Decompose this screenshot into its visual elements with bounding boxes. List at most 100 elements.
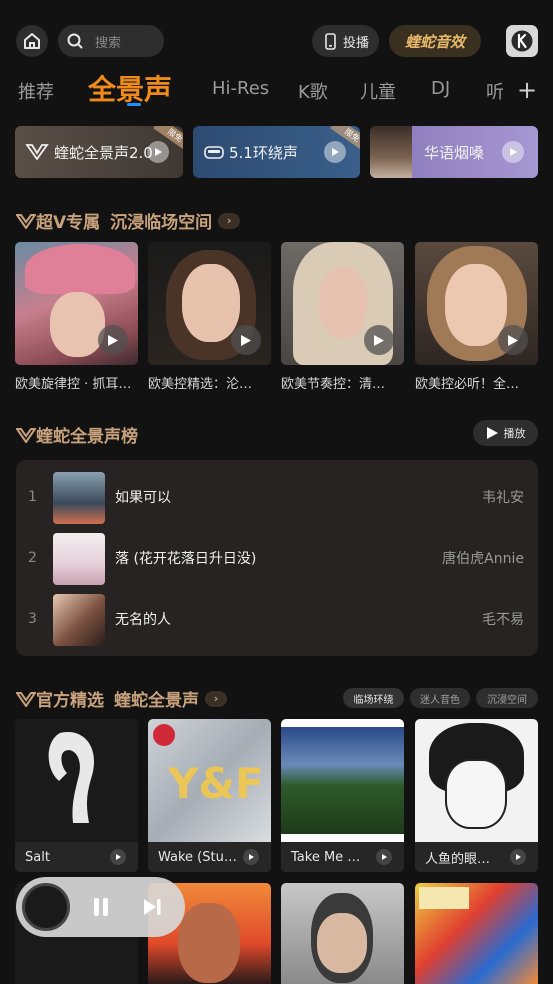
play-icon[interactable] bbox=[110, 849, 126, 865]
section-title: 蝰蛇全景声榜 bbox=[36, 427, 138, 447]
album-cover bbox=[281, 719, 404, 842]
chart-row[interactable]: 3 无名的人 毛不易 bbox=[16, 594, 538, 646]
tag-live-surround[interactable]: 临场环绕 bbox=[343, 688, 404, 708]
play-icon[interactable] bbox=[364, 325, 394, 355]
song-artist: 韦礼安 bbox=[482, 490, 524, 506]
album-card[interactable]: Y&F Wake (Stu… bbox=[148, 719, 271, 872]
v-logo-icon bbox=[25, 144, 49, 161]
tab-hires[interactable]: Hi-Res bbox=[212, 78, 269, 99]
album-cover bbox=[15, 719, 138, 842]
chevron-right-icon: › bbox=[218, 212, 241, 229]
add-tab-icon[interactable]: + bbox=[517, 76, 537, 104]
chart-row[interactable]: 2 落 (花开花落日升日没) 唐伯虎Annie bbox=[16, 533, 538, 585]
song-artist: 毛不易 bbox=[482, 612, 524, 628]
tab-listen[interactable]: 听 bbox=[486, 78, 503, 104]
album-label-bar: Wake (Stu… bbox=[148, 842, 271, 872]
v-logo-icon bbox=[16, 427, 36, 443]
section-title: 官方精选 bbox=[36, 691, 104, 711]
play-icon[interactable] bbox=[502, 141, 524, 163]
k-song-button[interactable] bbox=[506, 25, 538, 57]
tab-recommend[interactable]: 推荐 bbox=[18, 78, 54, 104]
playlist-card[interactable]: 欧美旋律控 · 抓耳… bbox=[15, 242, 138, 392]
play-icon bbox=[486, 427, 498, 439]
album-label-bar: Salt bbox=[15, 842, 138, 872]
playlist-caption: 欧美旋律控 · 抓耳… bbox=[15, 377, 132, 392]
play-icon[interactable] bbox=[147, 141, 169, 163]
sound-effect-button[interactable]: 蝰蛇音效 bbox=[389, 25, 481, 57]
pause-icon[interactable] bbox=[92, 897, 110, 917]
play-icon[interactable] bbox=[376, 849, 392, 865]
playlist-cover bbox=[148, 242, 271, 365]
section-header-exclusive[interactable]: 超V专属 沉浸临场空间 › bbox=[16, 208, 241, 233]
feature-card-panoramic[interactable]: 蝰蛇全景声2.0 限免 bbox=[15, 126, 183, 178]
play-icon[interactable] bbox=[498, 325, 528, 355]
play-icon[interactable] bbox=[243, 849, 259, 865]
v-logo-icon bbox=[16, 691, 36, 707]
singer-thumbnail bbox=[370, 126, 412, 178]
cast-button[interactable]: 投播 bbox=[312, 25, 379, 57]
playlist-card[interactable]: 欧美控精选：沦… bbox=[148, 242, 271, 392]
section-header-official[interactable]: 官方精选 蝰蛇全景声 › bbox=[16, 686, 227, 711]
chart-row[interactable]: 1 如果可以 韦礼安 bbox=[16, 472, 538, 524]
playlist-cover bbox=[415, 242, 538, 365]
album-cover: Y&F bbox=[148, 719, 271, 842]
tab-dj[interactable]: DJ bbox=[431, 78, 450, 99]
song-cover bbox=[53, 472, 105, 524]
search-input[interactable]: 搜索 bbox=[58, 25, 164, 57]
tab-panoramic[interactable]: 全景声 bbox=[88, 68, 172, 108]
active-tab-indicator bbox=[127, 103, 141, 106]
feature-label: 蝰蛇全景声2.0 bbox=[54, 143, 153, 162]
play-icon[interactable] bbox=[324, 141, 346, 163]
album-title: Salt bbox=[25, 849, 50, 865]
feature-label: 华语烟嗓 bbox=[424, 143, 485, 162]
playlist-card[interactable]: 欧美节奏控：清… bbox=[281, 242, 404, 392]
playlist-cover bbox=[281, 242, 404, 365]
playlist-card[interactable]: 欧美控必听！全… bbox=[415, 242, 538, 392]
rank-number: 1 bbox=[28, 489, 37, 505]
car-icon bbox=[204, 146, 224, 159]
playlist-caption: 欧美控精选：沦… bbox=[148, 377, 253, 392]
song-cover bbox=[53, 594, 105, 646]
album-card[interactable]: Salt bbox=[15, 719, 138, 872]
feature-card-surround[interactable]: 5.1环绕声 限免 bbox=[193, 126, 360, 178]
tag-immersive-space[interactable]: 沉浸空间 bbox=[476, 688, 538, 708]
next-track-icon[interactable] bbox=[142, 897, 162, 917]
chevron-right-icon: › bbox=[205, 690, 227, 707]
tab-karaoke[interactable]: K歌 bbox=[298, 78, 328, 104]
play-icon[interactable] bbox=[231, 325, 261, 355]
playlist-caption: 欧美控必听！全… bbox=[415, 377, 520, 392]
album-label-bar: Take Me … bbox=[281, 842, 404, 872]
section-header-chart[interactable]: 蝰蛇全景声榜 bbox=[16, 422, 138, 447]
album-cover bbox=[415, 719, 538, 842]
section-title: 超V专属 bbox=[36, 213, 101, 233]
song-title: 如果可以 bbox=[115, 490, 171, 506]
phone-icon bbox=[325, 32, 336, 50]
feature-card-smoky-voice[interactable]: 华语烟嗓 bbox=[370, 126, 538, 178]
album-cover[interactable] bbox=[415, 883, 538, 984]
play-icon[interactable] bbox=[510, 849, 526, 865]
k-logo-icon bbox=[511, 30, 533, 52]
song-cover bbox=[53, 533, 105, 585]
song-title: 落 (花开花落日升日没) bbox=[115, 551, 257, 567]
section-subtitle: 蝰蛇全景声 bbox=[114, 691, 199, 711]
home-button[interactable] bbox=[16, 25, 48, 57]
song-title: 无名的人 bbox=[115, 612, 171, 628]
now-playing-disc[interactable] bbox=[22, 883, 70, 931]
v-logo-icon bbox=[16, 213, 36, 229]
section-subtitle: 沉浸临场空间 bbox=[110, 213, 213, 233]
album-card[interactable]: 人鱼的眼… bbox=[415, 719, 538, 872]
rank-number: 3 bbox=[28, 611, 37, 627]
play-all-button[interactable]: 播放 bbox=[473, 420, 538, 446]
tab-kids[interactable]: 儿童 bbox=[360, 78, 396, 104]
home-icon bbox=[24, 33, 40, 49]
search-icon bbox=[67, 33, 83, 49]
album-title: 人鱼的眼… bbox=[425, 851, 491, 867]
album-card[interactable]: Take Me … bbox=[281, 719, 404, 872]
album-cover[interactable] bbox=[281, 883, 404, 984]
album-title: Wake (Stu… bbox=[158, 849, 237, 865]
playlist-cover bbox=[15, 242, 138, 365]
tag-charming-tone[interactable]: 迷人音色 bbox=[410, 688, 470, 708]
rank-number: 2 bbox=[28, 550, 37, 566]
play-icon[interactable] bbox=[98, 325, 128, 355]
mini-player[interactable] bbox=[16, 877, 185, 937]
